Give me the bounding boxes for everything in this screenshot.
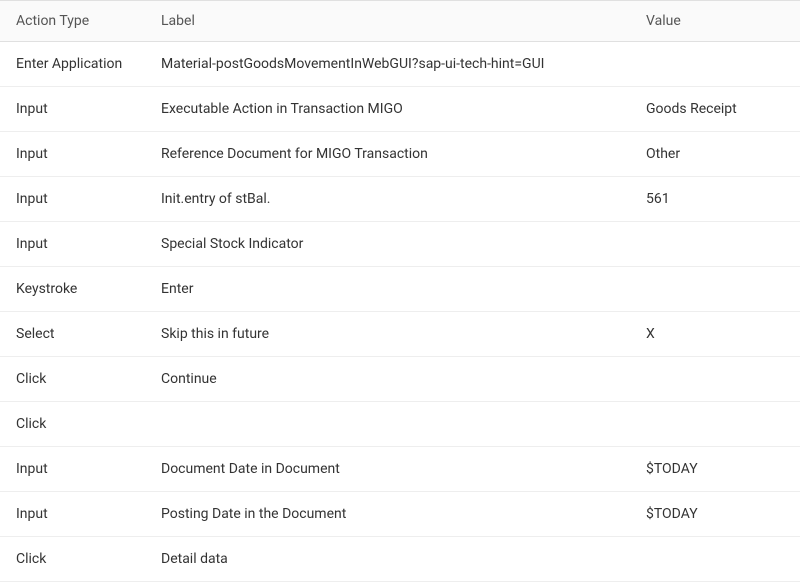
cell-value <box>630 357 800 402</box>
cell-value: $TODAY <box>630 447 800 492</box>
cell-label: Detail data <box>145 537 630 582</box>
table-row: InputInit.entry of stBal.561 <box>0 177 800 222</box>
cell-label: Document Date in Document <box>145 447 630 492</box>
cell-value: Other <box>630 132 800 177</box>
table-row: InputSpecial Stock Indicator <box>0 222 800 267</box>
cell-value: $TODAY <box>630 492 800 537</box>
header-action-type: Action Type <box>0 1 145 42</box>
actions-table: Action Type Label Value Enter Applicatio… <box>0 0 800 582</box>
cell-label: Reference Document for MIGO Transaction <box>145 132 630 177</box>
cell-value <box>630 537 800 582</box>
cell-action-type: Select <box>0 312 145 357</box>
table-row: ClickContinue <box>0 357 800 402</box>
table-row: ClickDetail data <box>0 537 800 582</box>
cell-action-type: Input <box>0 87 145 132</box>
table-row: InputDocument Date in Document$TODAY <box>0 447 800 492</box>
cell-value: X <box>630 312 800 357</box>
cell-label: Init.entry of stBal. <box>145 177 630 222</box>
table-row: InputPosting Date in the Document$TODAY <box>0 492 800 537</box>
table-row: Enter ApplicationMaterial-postGoodsMovem… <box>0 42 800 87</box>
header-value: Value <box>630 1 800 42</box>
cell-action-type: Enter Application <box>0 42 145 87</box>
cell-label: Enter <box>145 267 630 312</box>
table-row: Click <box>0 402 800 447</box>
cell-value <box>630 402 800 447</box>
table-row: KeystrokeEnter <box>0 267 800 312</box>
header-label: Label <box>145 1 630 42</box>
table-row: SelectSkip this in futureX <box>0 312 800 357</box>
table-header-row: Action Type Label Value <box>0 1 800 42</box>
cell-label: Executable Action in Transaction MIGO <box>145 87 630 132</box>
cell-action-type: Click <box>0 537 145 582</box>
cell-label: Special Stock Indicator <box>145 222 630 267</box>
cell-action-type: Click <box>0 357 145 402</box>
cell-label: Continue <box>145 357 630 402</box>
table-row: InputReference Document for MIGO Transac… <box>0 132 800 177</box>
cell-label: Material-postGoodsMovementInWebGUI?sap-u… <box>145 42 630 87</box>
cell-value: Goods Receipt <box>630 87 800 132</box>
cell-label: Skip this in future <box>145 312 630 357</box>
cell-value: 561 <box>630 177 800 222</box>
cell-value <box>630 222 800 267</box>
cell-action-type: Click <box>0 402 145 447</box>
cell-action-type: Keystroke <box>0 267 145 312</box>
cell-label <box>145 402 630 447</box>
cell-value <box>630 42 800 87</box>
table-row: InputExecutable Action in Transaction MI… <box>0 87 800 132</box>
cell-action-type: Input <box>0 177 145 222</box>
cell-value <box>630 267 800 312</box>
cell-action-type: Input <box>0 447 145 492</box>
cell-action-type: Input <box>0 132 145 177</box>
cell-label: Posting Date in the Document <box>145 492 630 537</box>
cell-action-type: Input <box>0 492 145 537</box>
cell-action-type: Input <box>0 222 145 267</box>
